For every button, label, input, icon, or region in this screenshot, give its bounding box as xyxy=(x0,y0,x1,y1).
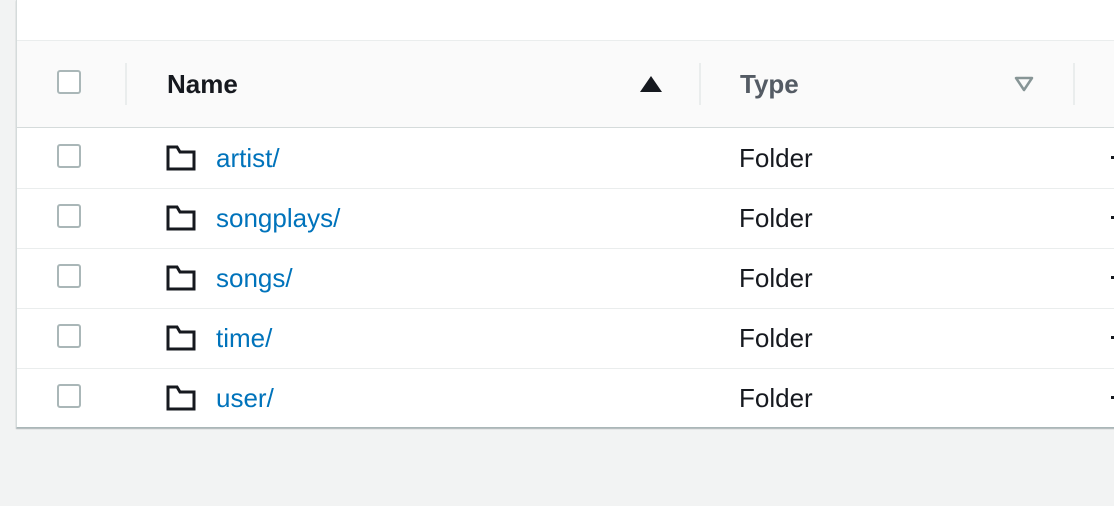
row-checkbox[interactable] xyxy=(57,144,81,168)
table-header: Name Type xyxy=(17,41,1114,128)
folder-icon xyxy=(166,385,196,411)
table-row[interactable]: artist/ Folder xyxy=(17,128,1114,189)
sort-ascending-icon[interactable] xyxy=(640,76,662,92)
type-cell: Folder xyxy=(739,383,813,413)
sort-unsorted-icon[interactable] xyxy=(1014,76,1034,92)
table-row[interactable]: songs/ Folder xyxy=(17,248,1114,309)
table-row[interactable]: time/ Folder xyxy=(17,308,1114,369)
row-checkbox[interactable] xyxy=(57,264,81,288)
folder-icon xyxy=(166,325,196,351)
folder-link[interactable]: songs/ xyxy=(216,263,293,293)
row-checkbox[interactable] xyxy=(57,204,81,228)
select-all-checkbox[interactable] xyxy=(57,70,81,94)
type-cell: Folder xyxy=(739,203,813,233)
column-separator xyxy=(125,63,127,105)
table-row[interactable]: user/ Folder xyxy=(17,368,1114,428)
folder-link[interactable]: artist/ xyxy=(216,143,280,173)
column-separator[interactable] xyxy=(1073,63,1075,105)
type-cell: Folder xyxy=(739,323,813,353)
folder-icon xyxy=(166,145,196,171)
table-row[interactable]: songplays/ Folder xyxy=(17,188,1114,249)
folder-icon xyxy=(166,205,196,231)
row-checkbox[interactable] xyxy=(57,384,81,408)
type-cell: Folder xyxy=(739,143,813,173)
folder-icon xyxy=(166,265,196,291)
column-header-name[interactable]: Name xyxy=(167,69,238,99)
type-cell: Folder xyxy=(739,263,813,293)
folder-link[interactable]: songplays/ xyxy=(216,203,340,233)
column-header-type[interactable]: Type xyxy=(740,69,799,99)
folder-link[interactable]: user/ xyxy=(216,383,274,413)
row-checkbox[interactable] xyxy=(57,324,81,348)
folder-link[interactable]: time/ xyxy=(216,323,272,353)
column-separator[interactable] xyxy=(699,63,701,105)
objects-table-panel: Name Type artist/ Folder songplays/ Fold… xyxy=(16,0,1114,428)
